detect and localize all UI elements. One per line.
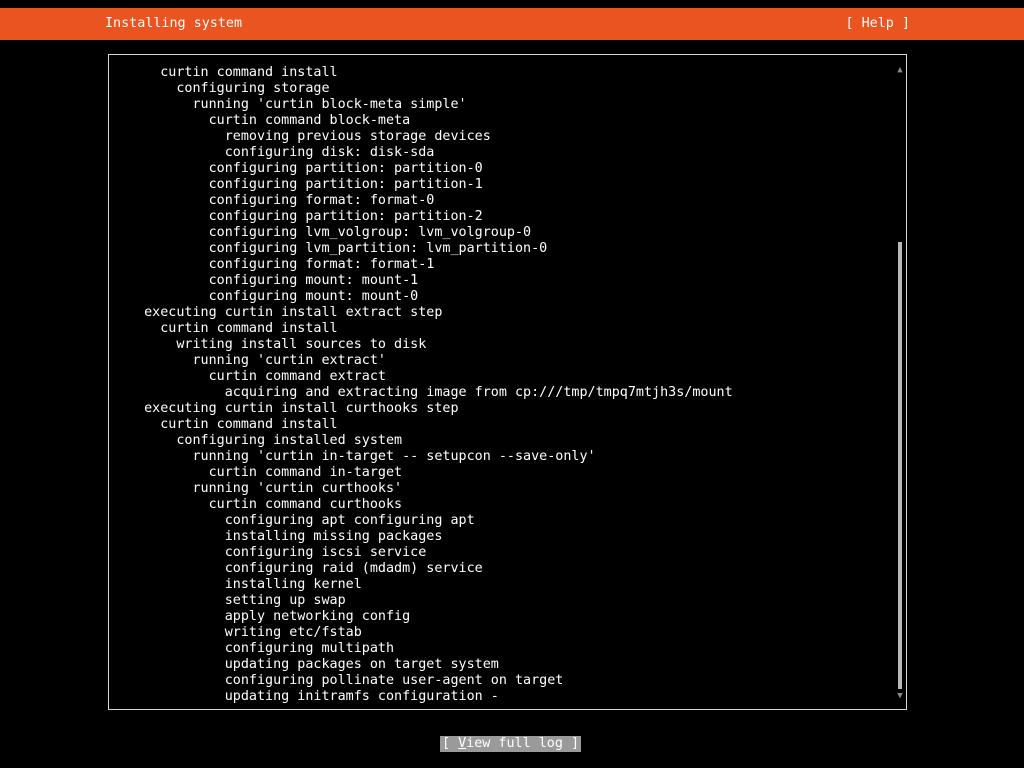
- log-line: curtin command block-meta: [128, 113, 411, 128]
- log-line: installing kernel: [128, 577, 362, 592]
- log-line: removing previous storage devices: [128, 129, 491, 144]
- log-line: apply networking config: [128, 609, 411, 624]
- title-bar: Installing system [ Help ]: [0, 8, 1024, 40]
- log-line: setting up swap: [128, 593, 346, 608]
- view-log-hotkey: V: [458, 736, 467, 751]
- log-line: configuring pollinate user-agent on targ…: [128, 673, 564, 688]
- log-line: configuring lvm_partition: lvm_partition…: [128, 241, 548, 256]
- log-scrollbar[interactable]: ▲ ▼: [896, 65, 904, 701]
- log-line: executing curtin install extract step: [128, 305, 443, 320]
- log-line: executing curtin install curthooks step: [128, 401, 459, 416]
- scroll-down-arrow-icon[interactable]: ▼: [896, 691, 904, 701]
- log-line: configuring installed system: [128, 433, 403, 448]
- log-line: configuring partition: partition-1: [128, 177, 483, 192]
- log-line: curtin command install: [128, 65, 338, 80]
- log-line: writing install sources to disk: [128, 337, 427, 352]
- log-line: running 'curtin in-target -- setupcon --…: [128, 449, 596, 464]
- log-line: configuring format: format-1: [128, 257, 435, 272]
- scroll-thumb[interactable]: [898, 242, 902, 689]
- log-line: updating initramfs configuration -: [128, 689, 499, 704]
- log-line: configuring apt configuring apt: [128, 513, 475, 528]
- view-log-prefix: [: [442, 736, 459, 751]
- log-line: configuring disk: disk-sda: [128, 145, 435, 160]
- view-log-label: iew full log ]: [466, 736, 580, 751]
- page-title: Installing system: [105, 16, 243, 31]
- view-full-log-button[interactable]: [ View full log ]: [440, 736, 582, 752]
- log-line: configuring storage: [128, 81, 330, 96]
- log-line: updating packages on target system: [128, 657, 499, 672]
- log-line: running 'curtin block-meta simple': [128, 97, 467, 112]
- log-line: configuring mount: mount-1: [128, 273, 419, 288]
- log-line: running 'curtin curthooks': [128, 481, 403, 496]
- log-line: installing missing packages: [128, 529, 443, 544]
- help-button[interactable]: [ Help ]: [846, 15, 911, 33]
- log-line: configuring multipath: [128, 641, 395, 656]
- scroll-up-arrow-icon[interactable]: ▲: [896, 65, 904, 75]
- log-line: curtin command install: [128, 321, 338, 336]
- log-line: configuring mount: mount-0: [128, 289, 419, 304]
- log-line: running 'curtin extract': [128, 353, 386, 368]
- top-gap: [0, 0, 1024, 8]
- install-log-frame: curtin command install configuring stora…: [108, 54, 907, 710]
- log-line: configuring iscsi service: [128, 545, 427, 560]
- log-line: curtin command install: [128, 417, 338, 432]
- scroll-track[interactable]: [898, 77, 902, 689]
- log-line: configuring format: format-0: [128, 193, 435, 208]
- log-line: configuring raid (mdadm) service: [128, 561, 483, 576]
- log-line: configuring lvm_volgroup: lvm_volgroup-0: [128, 225, 532, 240]
- log-line: configuring partition: partition-2: [128, 209, 483, 224]
- log-line: curtin command extract: [128, 369, 386, 384]
- log-line: curtin command curthooks: [128, 497, 403, 512]
- log-line: writing etc/fstab: [128, 625, 362, 640]
- install-log[interactable]: curtin command install configuring stora…: [128, 65, 888, 705]
- log-line: curtin command in-target: [128, 465, 403, 480]
- log-line: acquiring and extracting image from cp:/…: [128, 385, 733, 400]
- log-line: configuring partition: partition-0: [128, 161, 483, 176]
